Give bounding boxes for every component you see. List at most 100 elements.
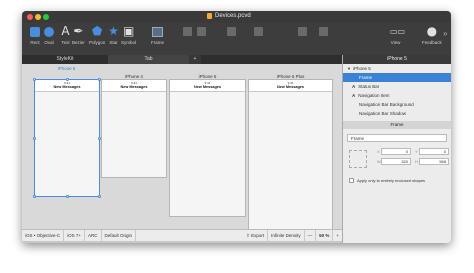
width-field[interactable]: 320 xyxy=(381,158,411,165)
device-iphone-6[interactable]: 9:41 New Messages xyxy=(169,79,246,217)
device-screen xyxy=(35,91,99,196)
export-button[interactable]: ⇪ Export xyxy=(243,229,269,242)
polygon-tool-label: Polygon xyxy=(89,40,106,45)
layer-frame[interactable]: Frame xyxy=(343,73,451,82)
title-bar: Devices.pcvd xyxy=(22,11,451,23)
polygon-tool[interactable]: ⬟ Polygon xyxy=(89,25,106,45)
y-field[interactable]: 0 xyxy=(419,148,449,155)
feedback-label: Feedback xyxy=(422,40,442,45)
inspector-panel: iPhone 5 ▼ iPhone 5 Frame A Status Bar A… xyxy=(342,55,451,243)
nav-title: New Messages xyxy=(276,85,304,89)
align-icon xyxy=(254,27,263,36)
oval-icon xyxy=(44,27,54,37)
symbol-tool[interactable]: ▣ Symbol xyxy=(121,24,136,45)
frame-tool[interactable]: Frame xyxy=(151,26,164,45)
rect-tool-label: Rect xyxy=(30,40,40,45)
resize-handle[interactable] xyxy=(33,195,36,198)
group-icon xyxy=(183,27,192,36)
rect-icon xyxy=(30,27,40,37)
layer-nav-bar-background[interactable]: Navigation Bar Background xyxy=(343,100,451,109)
text-icon: A xyxy=(61,24,70,38)
frame-name-field[interactable]: Frame xyxy=(347,134,447,142)
app-window: Devices.pcvd Rect Oval A Text ✒ Bezier ⬟… xyxy=(22,11,451,243)
oval-tool-label: Oval xyxy=(44,40,54,45)
density-select[interactable]: Infinite Density xyxy=(268,229,305,242)
arrange-tool[interactable] xyxy=(297,26,308,37)
bottom-bar: iOS • Objective-C iOS 7+ ARC Default Ori… xyxy=(22,229,342,242)
arc-select[interactable]: ARC xyxy=(85,229,102,242)
x-field[interactable]: 0 xyxy=(381,148,411,155)
view-label: View xyxy=(390,40,401,45)
inspector-header: iPhone 5 xyxy=(343,55,451,64)
zoom-level: 50 % xyxy=(316,229,334,242)
group-tool[interactable] xyxy=(182,26,193,37)
zoom-in-button[interactable]: + xyxy=(333,230,342,242)
tab-tab[interactable]: Tab xyxy=(108,55,189,64)
toolbar-overflow-icon[interactable]: » xyxy=(443,29,447,38)
apply-enclosed-label: Apply only to entirely enclosed shapes xyxy=(357,178,426,183)
frame-icon xyxy=(152,27,163,37)
origin-anchor-icon[interactable] xyxy=(349,150,367,168)
text-tool[interactable]: A Text xyxy=(60,24,71,45)
bezier-pen-icon: ✒ xyxy=(73,24,84,38)
tab-stylekit[interactable]: StyleKit xyxy=(22,55,108,64)
layer-label: Status Bar xyxy=(358,84,380,89)
layer-label: Frame xyxy=(359,75,373,80)
resize-handle[interactable] xyxy=(33,137,36,140)
frame-tool-label: Frame xyxy=(151,40,165,45)
union-tool[interactable] xyxy=(196,26,207,37)
view-button[interactable]: ▭▭ View xyxy=(390,26,406,45)
frame-geometry-group: X 0 Y 0 W 320 H 568 xyxy=(343,142,451,176)
tab-bar: StyleKit Tab + xyxy=(22,55,342,64)
align-tool[interactable] xyxy=(253,26,264,37)
nav-title: New Messages xyxy=(53,85,81,89)
origin-select[interactable]: Default Origin xyxy=(102,229,137,242)
flip-tool[interactable] xyxy=(226,26,237,37)
close-window-button[interactable] xyxy=(27,14,33,20)
layer-status-bar[interactable]: A Status Bar xyxy=(343,82,451,91)
resize-handle[interactable] xyxy=(98,195,101,198)
device-iphone-5[interactable]: 9:41 New Messages xyxy=(33,78,101,198)
resize-handle[interactable] xyxy=(66,195,69,198)
device-iphone-6-plus[interactable]: 9:41 New Messages xyxy=(248,79,333,230)
layer-navigation-item[interactable]: A Navigation Item xyxy=(343,91,451,100)
device-iphone-4[interactable]: 9:41 New Messages xyxy=(101,79,167,178)
oval-tool[interactable]: Oval xyxy=(44,26,54,45)
feedback-button[interactable]: ● Feedback xyxy=(422,25,442,45)
flip-icon xyxy=(227,27,236,36)
canvas[interactable]: iPhone 5 9:41 New Messages iPhone 4 9:41… xyxy=(22,64,342,241)
x-field-label: X xyxy=(377,149,380,154)
resize-handle[interactable] xyxy=(33,78,36,81)
nav-title: New Messages xyxy=(120,85,148,89)
platform-select[interactable]: iOS • Objective-C xyxy=(22,229,65,242)
nav-title: New Messages xyxy=(193,85,221,89)
zoom-out-button[interactable]: — xyxy=(305,229,317,242)
boolean-tool[interactable] xyxy=(318,26,329,37)
frame-section-header: Frame xyxy=(343,121,451,129)
resize-handle[interactable] xyxy=(66,78,69,81)
rect-tool[interactable]: Rect xyxy=(30,26,40,45)
bezier-tool[interactable]: ✒ Bezier xyxy=(72,24,85,45)
layer-nav-bar-shadow[interactable]: Navigation Bar Shadow xyxy=(343,109,451,118)
layer-label: Navigation Bar Background xyxy=(359,102,414,107)
symbol-icon: ▣ xyxy=(123,24,135,38)
export-label: Export xyxy=(251,232,265,238)
document-icon xyxy=(207,13,212,19)
shape-a-icon: A xyxy=(352,93,356,98)
star-tool-label: Star xyxy=(109,40,118,45)
add-tab-button[interactable]: + xyxy=(189,55,201,64)
h-field-label: H xyxy=(415,159,418,164)
star-tool[interactable]: ★ Star xyxy=(108,24,119,45)
view-layout-icon: ▭▭ xyxy=(390,27,406,36)
union-icon xyxy=(197,27,206,36)
layer-iphone-5[interactable]: ▼ iPhone 5 xyxy=(343,64,451,73)
shape-a-icon: A xyxy=(352,84,356,89)
device-screen xyxy=(249,91,332,229)
maximize-window-button[interactable] xyxy=(43,14,49,20)
minimize-window-button[interactable] xyxy=(35,14,41,20)
star-icon: ★ xyxy=(108,24,119,38)
apply-enclosed-checkbox[interactable] xyxy=(349,178,354,183)
height-field[interactable]: 568 xyxy=(419,158,449,165)
ios-version-select[interactable]: iOS 7+ xyxy=(64,229,85,242)
disclosure-down-icon[interactable]: ▼ xyxy=(347,64,351,73)
